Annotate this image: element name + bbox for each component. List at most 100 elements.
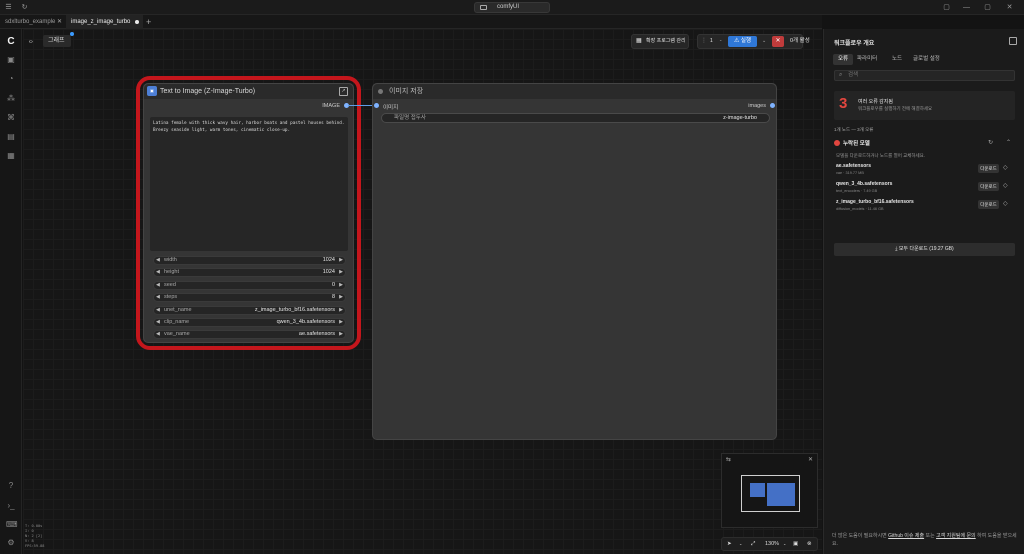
chevron-down-icon[interactable]: ⌄ [739, 538, 742, 550]
maximize-icon[interactable]: ▢ [983, 3, 992, 12]
download-button[interactable]: 다운로드 [978, 164, 999, 173]
comfy-logo-icon[interactable]: C [6, 37, 16, 47]
graph-menu-glyph[interactable]: ᆼ [28, 35, 34, 47]
stop-button[interactable]: ✕ [772, 36, 784, 47]
panel-title: 워크플로우 개요 [834, 41, 875, 47]
decrement-icon[interactable]: ◀ [156, 269, 160, 276]
nodes-icon[interactable]: ⁂ [6, 94, 16, 104]
close-tab-icon[interactable]: ✕ [57, 15, 62, 29]
decrement-icon[interactable]: ◀ [156, 331, 160, 338]
github-issue-link[interactable]: Github 이슈 제출 [888, 533, 924, 539]
chevron-up-icon[interactable]: ⌃ [1006, 139, 1011, 146]
tab-global-settings[interactable]: 글로벌 설정 [908, 54, 945, 65]
minimap-settings-icon[interactable]: ⇆ [726, 456, 731, 463]
increment-icon[interactable]: ▶ [339, 282, 343, 289]
refresh-icon[interactable]: ↻ [988, 139, 993, 146]
decrement-icon[interactable]: ◀ [156, 257, 160, 264]
close-icon[interactable]: ✕ [1005, 3, 1014, 12]
zoom-level[interactable]: 130% [765, 538, 779, 550]
refresh-icon[interactable]: ↻ [20, 3, 29, 12]
filename-prefix-widget[interactable]: 파일명 접두사 z-image-turbo [381, 113, 770, 123]
select-tool-icon[interactable]: ➤ [727, 538, 732, 550]
support-link[interactable]: 고객 지원팀에 문의 [936, 533, 976, 539]
locate-icon[interactable]: ◇ [1003, 182, 1008, 189]
images-output-slot[interactable] [770, 103, 775, 108]
chevron-down-icon[interactable]: ⌄ [783, 538, 786, 550]
title-bar: ☰ ↻ comfyUI ▢ — ▢ ✕ [0, 0, 1024, 15]
download-all-button[interactable]: ⤓ 모두 다운로드 (19.27 GB) [834, 243, 1015, 256]
minimap-close-icon[interactable]: ✕ [808, 456, 813, 463]
output-label: images [748, 103, 766, 109]
minimap[interactable]: ⇆ ✕ [721, 453, 818, 528]
tab-strip: sdxlturbo_example ✕ image_z_image_turbo … [0, 15, 822, 29]
tab-parameters[interactable]: 파라미터 [852, 54, 882, 65]
model-row: z_image_turbo_bf16.safetensors diffusion… [836, 199, 1008, 211]
minimap-node [767, 483, 795, 506]
close-panel-icon[interactable] [1009, 37, 1017, 45]
increment-icon[interactable]: ▶ [339, 319, 343, 326]
decrement-icon[interactable]: ◀ [156, 294, 160, 301]
unet-name-widget[interactable]: ◀ unet_name z_image_turbo_bf16.safetensors… [153, 306, 346, 315]
decrement-icon[interactable]: ◀ [156, 282, 160, 289]
collapse-dot-icon[interactable] [378, 89, 383, 94]
library-icon[interactable]: ▤ [6, 132, 16, 142]
run-button[interactable]: ⚠ 실행 [728, 36, 757, 47]
locate-icon[interactable]: ◇ [1003, 164, 1008, 171]
run-options-icon[interactable]: ⌄ [762, 35, 766, 48]
active-queue-label[interactable]: 0개 활성 [790, 36, 810, 47]
height-widget[interactable]: ◀ height 1024 ▶ [153, 268, 346, 277]
node-save-image[interactable]: 이미지 저장 이미지 images 파일명 접두사 z-image-turbo [372, 83, 777, 440]
templates-icon[interactable]: ▦ [6, 151, 16, 161]
decrement-icon[interactable]: ◀ [156, 307, 160, 314]
chat-icon[interactable]: ▢ [942, 3, 951, 12]
graph-button[interactable]: 그래프 [43, 35, 71, 47]
clip-name-widget[interactable]: ◀ clip_name qwen_3_4b.safetensors ▶ [153, 318, 346, 327]
keyboard-icon[interactable]: ⌨ [6, 520, 18, 530]
increment-icon[interactable]: ▶ [339, 331, 343, 338]
new-tab-button[interactable]: + [146, 16, 151, 28]
connection-wire[interactable] [348, 105, 375, 106]
drag-handle-icon[interactable]: ⋮ [701, 35, 707, 48]
seed-widget[interactable]: ◀ seed 0 ▶ [153, 281, 346, 290]
menu-icon[interactable]: ☰ [4, 3, 13, 12]
fit-view-icon[interactable]: ⤢ [751, 538, 755, 550]
increment-icon[interactable]: ▶ [339, 269, 343, 276]
increment-icon[interactable]: ▶ [339, 307, 343, 314]
tab-nodes[interactable]: 노드 [887, 54, 907, 65]
increment-icon[interactable]: ▶ [339, 257, 343, 264]
zoom-controls: ➤ ⌄ ⤢ 130% ⌄ ▣ ⊗ [721, 537, 818, 551]
image-icon[interactable]: ▣ [6, 55, 16, 65]
tab-sdxlturbo[interactable]: sdxlturbo_example ✕ [0, 15, 66, 29]
minimize-icon[interactable]: — [962, 3, 971, 12]
download-button[interactable]: 다운로드 [978, 182, 999, 191]
tab-errors[interactable]: 오류 [833, 54, 854, 65]
locate-icon[interactable]: ◇ [1003, 200, 1008, 207]
unsaved-dot-icon [135, 20, 139, 24]
node-text-to-image[interactable]: ▣ Text to Image (Z-Image-Turbo) ↗ IMAGE … [143, 83, 354, 343]
performance-stats: T: 0.00s I: 0 N: 2 [2] V: 8 FPS:59.88 [25, 524, 45, 548]
download-button[interactable]: 다운로드 [978, 200, 999, 209]
workflow-icon[interactable]: ⌘ [6, 113, 16, 123]
increment-icon[interactable]: ▶ [339, 294, 343, 301]
settings-icon[interactable]: ⚙ [6, 538, 16, 548]
queue-count[interactable]: 1 [710, 35, 713, 48]
prompt-textarea[interactable]: Latina female with thick wavy hair, harb… [150, 117, 348, 251]
link-visibility-icon[interactable]: ⊗ [807, 538, 812, 550]
vae-name-widget[interactable]: ◀ vae_name ae.safetensors ▶ [153, 330, 346, 339]
minimap-toggle-icon[interactable]: ▣ [793, 538, 798, 550]
stepper-icon[interactable]: ⌃ [719, 35, 722, 48]
terminal-icon[interactable]: ›_ [6, 501, 16, 511]
steps-widget[interactable]: ◀ steps 8 ▶ [153, 293, 346, 302]
node-header[interactable]: ▣ Text to Image (Z-Image-Turbo) ↗ [144, 84, 353, 99]
queue-icon[interactable]: ◔ [6, 74, 16, 84]
manager-button[interactable]: ▦ 확장 프로그램 관리 [631, 34, 689, 49]
help-icon[interactable]: ? [6, 481, 16, 491]
search-input[interactable]: ⌕ 검색 [834, 70, 1015, 81]
open-subgraph-icon[interactable]: ↗ [339, 87, 348, 96]
node-title: 이미지 저장 [389, 88, 424, 95]
width-widget[interactable]: ◀ width 1024 ▶ [153, 256, 346, 265]
tab-image-z-image-turbo[interactable]: image_z_image_turbo [66, 15, 143, 29]
decrement-icon[interactable]: ◀ [156, 319, 160, 326]
image-input-slot[interactable] [374, 103, 379, 108]
node-header[interactable]: 이미지 저장 [373, 84, 776, 99]
